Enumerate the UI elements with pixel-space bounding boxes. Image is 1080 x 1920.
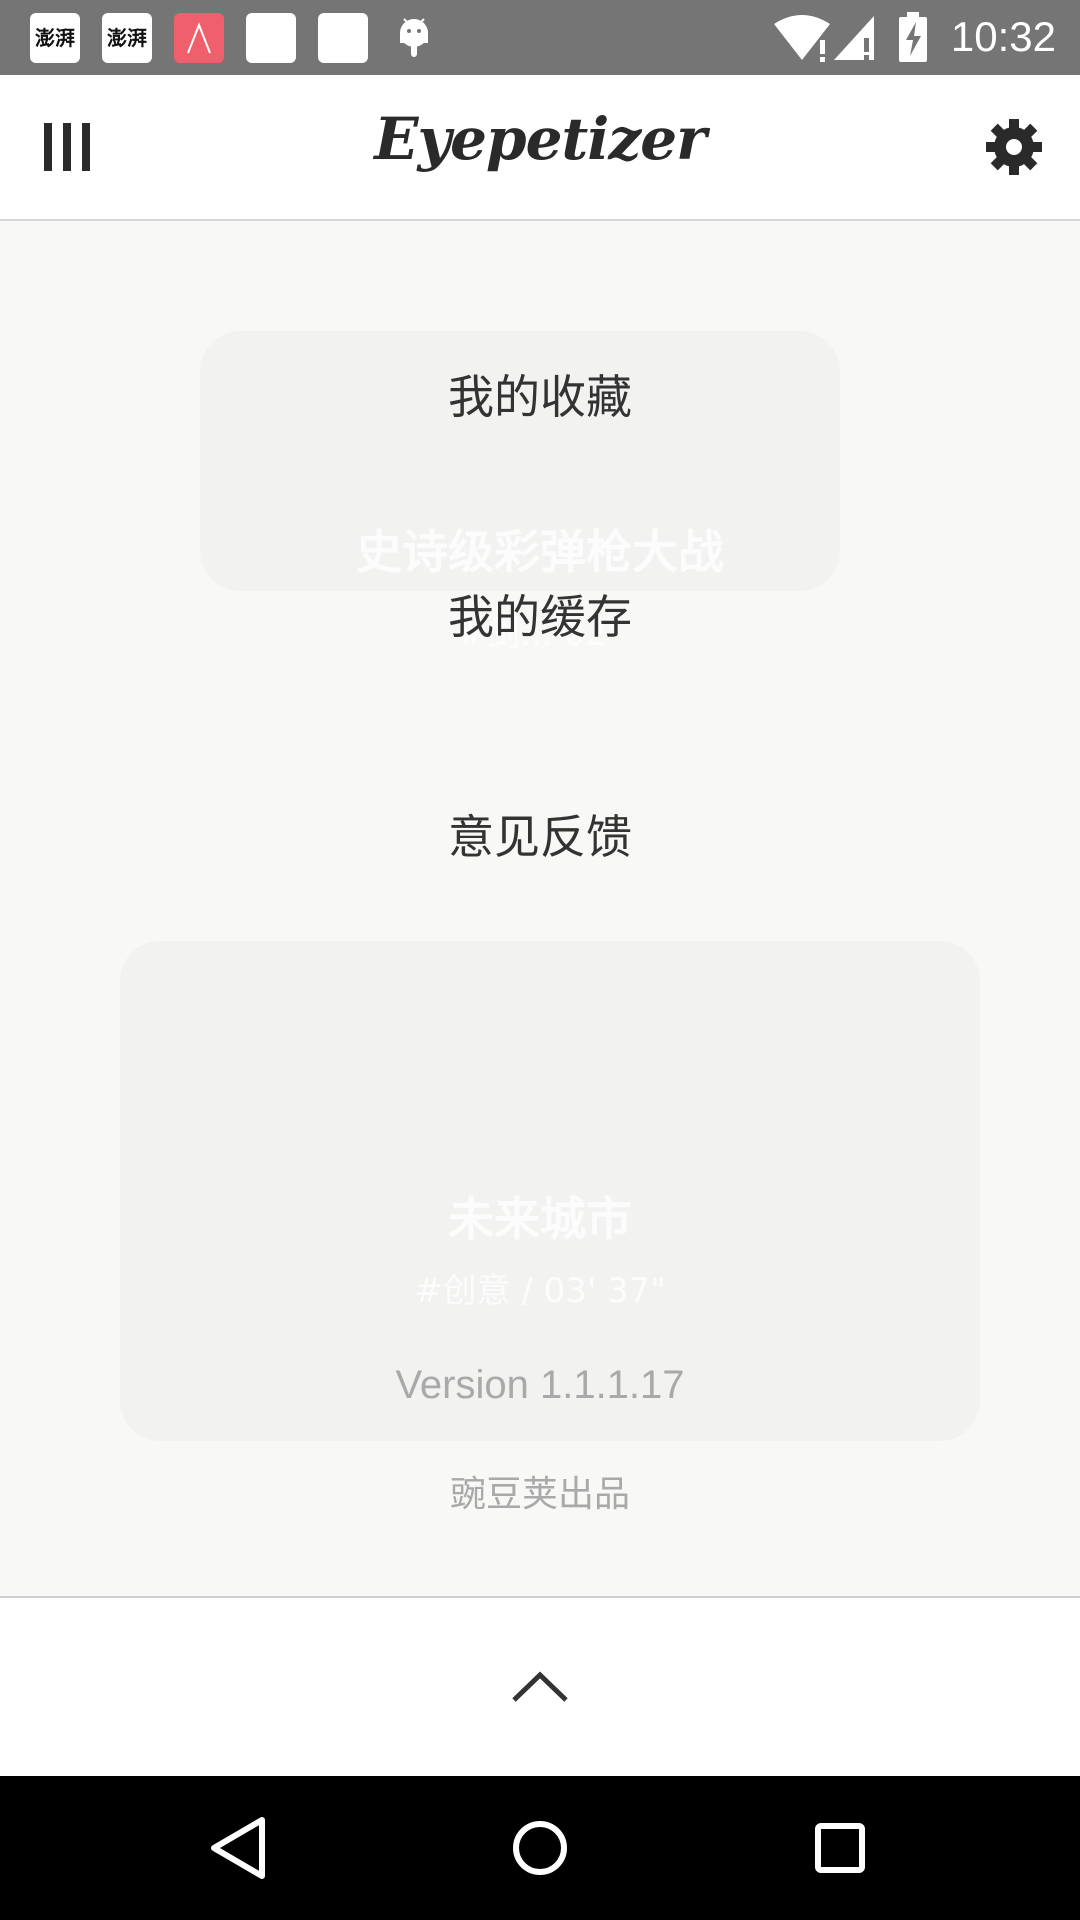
background-video-title: 史诗级彩弹枪大战 <box>356 525 724 579</box>
white-app-icon <box>246 13 296 63</box>
background-video-subtitle: #创意 / 03' 37" <box>414 1271 666 1311</box>
screen: 澎湃 澎湃 10:32 Eyepetizer 史诗级彩弹枪大战 #剑... 02… <box>0 0 1080 1920</box>
red-app-glyph <box>187 22 211 54</box>
android-debug-icon <box>390 13 440 63</box>
producer-label: 豌豆荚出品 <box>449 1474 630 1515</box>
back-icon[interactable] <box>204 1812 276 1884</box>
news-app-icon: 澎湃 <box>102 13 152 63</box>
version-label: Version 1.1.1.17 <box>395 1363 685 1407</box>
collapse-bar[interactable] <box>0 1596 1080 1778</box>
wifi-icon <box>774 15 830 62</box>
gear-icon[interactable] <box>986 119 1042 175</box>
chevron-up-icon[interactable] <box>510 1670 570 1704</box>
red-app-icon <box>174 13 224 63</box>
app-header: Eyepetizer <box>0 75 1080 221</box>
battery-charging-icon <box>899 12 927 62</box>
menu-item-cache[interactable]: 我的缓存 <box>0 587 1080 647</box>
recents-icon[interactable] <box>804 1812 876 1884</box>
status-bar: 澎湃 澎湃 10:32 <box>0 0 1080 75</box>
navigation-bar <box>0 1776 1080 1920</box>
drawer-menu: 史诗级彩弹枪大战 #剑... 02" 未来城市 #创意 / 03' 37" 我的… <box>0 221 1080 1596</box>
menu-item-favorites[interactable]: 我的收藏 <box>0 367 1080 427</box>
signal-icon <box>834 16 874 60</box>
white-app-icon <box>318 13 368 63</box>
app-logo: Eyepetizer <box>374 105 707 173</box>
background-video-title: 未来城市 <box>448 1192 632 1246</box>
news-app-icon: 澎湃 <box>30 13 80 63</box>
status-time: 10:32 <box>950 13 1056 60</box>
home-icon[interactable] <box>504 1812 576 1884</box>
menu-item-feedback[interactable]: 意见反馈 <box>0 807 1080 867</box>
